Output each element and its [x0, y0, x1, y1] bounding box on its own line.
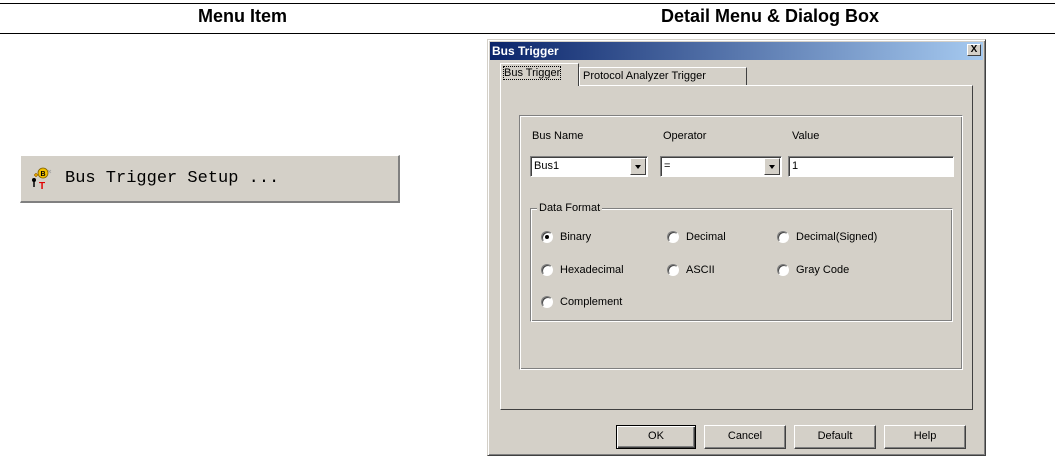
operator-label: Operator	[663, 130, 707, 142]
tab-protocol-analyzer-trigger[interactable]: Protocol Analyzer Trigger	[579, 67, 747, 86]
value-label: Value	[792, 130, 820, 142]
bus-name-value: Bus1	[534, 160, 560, 172]
chevron-down-icon[interactable]	[630, 158, 646, 175]
radio-icon[interactable]	[667, 264, 679, 276]
radio-ascii[interactable]: ASCII	[667, 264, 715, 276]
radio-gray-code[interactable]: Gray Code	[777, 264, 849, 276]
chevron-down-icon[interactable]	[764, 158, 780, 175]
radio-hexadecimal[interactable]: Hexadecimal	[541, 264, 624, 276]
help-button[interactable]: Help	[884, 425, 966, 449]
radio-binary[interactable]: Binary	[541, 231, 591, 243]
dialog-title: Bus Trigger	[492, 44, 559, 58]
close-button[interactable]: X	[967, 44, 981, 56]
radio-label: Decimal(Signed)	[796, 231, 878, 243]
radio-decimal[interactable]: Decimal	[667, 231, 726, 243]
radio-label: Gray Code	[796, 264, 850, 276]
tab-label: Bus Trigger	[502, 66, 562, 80]
value-field[interactable]: 1	[788, 156, 954, 177]
table-header-rule	[0, 33, 1055, 34]
operator-value: =	[664, 160, 671, 172]
radio-decimal-signed[interactable]: Decimal(Signed)	[777, 231, 877, 243]
tab-label: Protocol Analyzer Trigger	[583, 70, 706, 82]
bus-trigger-setup-menu-item[interactable]: B T Bus Trigger Setup ...	[20, 155, 400, 203]
column-header-detail: Detail Menu & Dialog Box	[660, 6, 880, 26]
radio-icon[interactable]	[541, 264, 553, 276]
cancel-button[interactable]: Cancel	[704, 425, 786, 449]
bus-trigger-group: Bus Name Operator Value Bus1 = 1 Data Fo…	[519, 115, 963, 370]
tab-panel: Bus Name Operator Value Bus1 = 1 Data Fo…	[500, 85, 973, 410]
default-button[interactable]: Default	[794, 425, 876, 449]
bus-name-select[interactable]: Bus1	[530, 156, 648, 177]
radio-complement[interactable]: Complement	[541, 296, 622, 308]
radio-label: Binary	[560, 231, 592, 243]
column-header-menu-item: Menu Item	[197, 6, 287, 26]
radio-label: Complement	[560, 296, 623, 308]
menu-item-label: Bus Trigger Setup ...	[65, 169, 280, 188]
radio-icon[interactable]	[667, 231, 679, 243]
operator-select[interactable]: =	[660, 156, 782, 177]
data-format-group: Data Format Binary Decimal Decimal(Signe…	[530, 202, 953, 322]
radio-label: ASCII	[686, 264, 715, 276]
svg-text:T: T	[39, 181, 45, 191]
dialog-titlebar[interactable]: Bus Trigger X	[490, 42, 983, 60]
ok-button[interactable]: OK	[616, 425, 696, 449]
bus-name-label: Bus Name	[532, 130, 584, 142]
radio-label: Hexadecimal	[560, 264, 624, 276]
bus-trigger-icon: B T	[31, 167, 53, 192]
radio-label: Decimal	[686, 231, 726, 243]
data-format-legend: Data Format	[537, 202, 603, 214]
radio-icon[interactable]	[777, 231, 789, 243]
tab-bus-trigger[interactable]: Bus Trigger	[500, 63, 579, 86]
svg-text:B: B	[41, 171, 46, 178]
radio-checked-icon[interactable]	[541, 231, 553, 243]
radio-icon[interactable]	[777, 264, 789, 276]
bus-trigger-dialog: Bus Trigger X Protocol Analyzer Trigger …	[487, 39, 986, 456]
radio-icon[interactable]	[541, 296, 553, 308]
table-top-rule	[0, 3, 1055, 4]
